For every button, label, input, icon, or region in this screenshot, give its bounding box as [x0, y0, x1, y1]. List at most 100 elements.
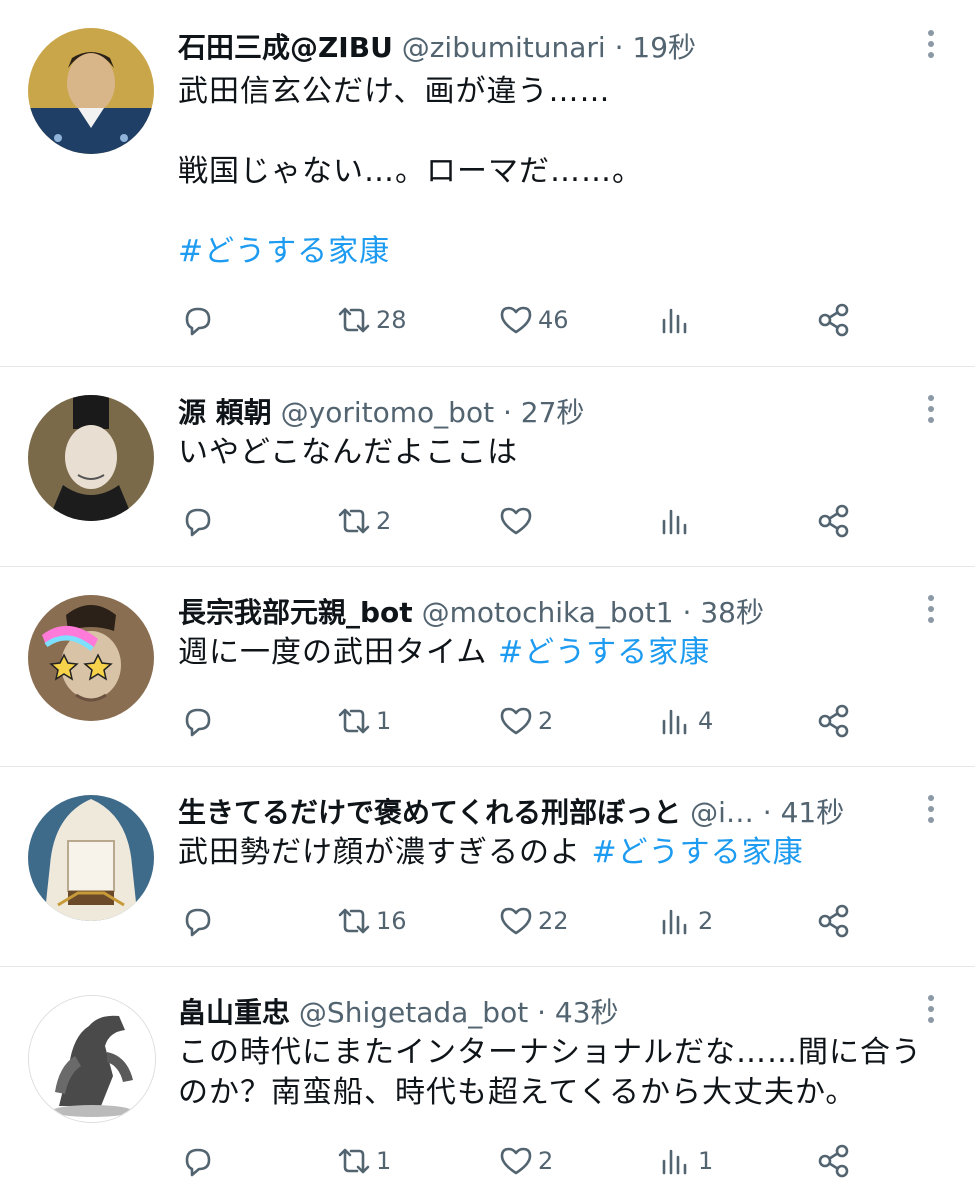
- tweet-text: いやどこなんだよここは: [178, 433, 945, 473]
- share-button[interactable]: [814, 1141, 854, 1181]
- like-button[interactable]: 2: [496, 701, 553, 741]
- tweet-text: 週に一度の武田タイム #どうする家康: [178, 633, 945, 673]
- retweet-button[interactable]: 28: [334, 300, 407, 340]
- timestamp[interactable]: 41秒: [781, 796, 845, 829]
- separator: ·: [682, 596, 692, 629]
- timestamp[interactable]: 43秒: [555, 996, 619, 1029]
- share-icon: [818, 504, 849, 538]
- action-bar: 1 2 1: [178, 1141, 875, 1181]
- retweet-button[interactable]: 2: [334, 501, 391, 541]
- reply-button[interactable]: [178, 701, 218, 741]
- tweet[interactable]: 畠山重忠 @Shigetada_bot · 43秒 この時代にまたインターナショ…: [0, 967, 975, 1200]
- share-button[interactable]: [814, 501, 854, 541]
- like-count: 46: [538, 306, 569, 334]
- retweet-count: 2: [376, 507, 392, 535]
- heart-icon: [500, 707, 532, 735]
- tweet-text-main: 週に一度の武田タイム: [178, 635, 498, 670]
- share-icon: [818, 1144, 849, 1178]
- tweet-header: 生きてるだけで褒めてくれる刑部ぼっと @i… · 41秒: [178, 795, 915, 831]
- user-handle[interactable]: @motochika_bot1: [422, 596, 674, 629]
- views-icon: [662, 909, 687, 935]
- reply-button[interactable]: [178, 901, 218, 941]
- hashtag-link[interactable]: #どうする家康: [592, 835, 804, 870]
- views-button[interactable]: 1: [656, 1141, 713, 1181]
- separator: ·: [762, 796, 772, 829]
- like-count: 2: [538, 707, 554, 735]
- reply-icon: [185, 908, 211, 937]
- separator: ·: [614, 31, 624, 64]
- retweet-button[interactable]: 1: [334, 701, 391, 741]
- tweet[interactable]: 生きてるだけで褒めてくれる刑部ぼっと @i… · 41秒 武田勢だけ顔が濃すぎる…: [0, 767, 975, 967]
- retweet-button[interactable]: 1: [334, 1141, 391, 1181]
- tweet-text-main: 武田勢だけ顔が濃すぎるのよ: [178, 835, 592, 870]
- more-icon[interactable]: [921, 30, 941, 60]
- more-icon[interactable]: [921, 795, 941, 825]
- timestamp[interactable]: 19秒: [632, 31, 696, 64]
- separator: ·: [502, 396, 512, 429]
- user-handle[interactable]: @yoritomo_bot: [281, 396, 494, 429]
- like-button[interactable]: [496, 501, 538, 541]
- views-button[interactable]: 2: [656, 901, 713, 941]
- action-bar: 16 22 2: [178, 901, 875, 941]
- user-handle[interactable]: @zibumitunari: [402, 31, 606, 64]
- separator: ·: [537, 996, 546, 1029]
- retweet-icon: [338, 708, 370, 734]
- tweet-header: 源 頼朝 @yoritomo_bot · 27秒: [178, 395, 915, 431]
- retweet-count: 1: [376, 707, 392, 735]
- tweet[interactable]: 石田三成@ZIBU @zibumitunari · 19秒 武田信玄公だけ、画が…: [0, 0, 975, 367]
- heart-icon: [500, 507, 532, 535]
- share-button[interactable]: [814, 901, 854, 941]
- more-icon[interactable]: [921, 395, 941, 425]
- more-icon[interactable]: [921, 995, 941, 1025]
- views-button[interactable]: [656, 300, 698, 340]
- like-button[interactable]: 22: [496, 901, 569, 941]
- retweet-button[interactable]: 16: [334, 901, 407, 941]
- display-name[interactable]: 長宗我部元親_bot: [178, 596, 413, 629]
- retweet-count: 16: [376, 907, 407, 935]
- reply-button[interactable]: [178, 501, 218, 541]
- share-button[interactable]: [814, 300, 854, 340]
- heart-icon: [500, 907, 532, 935]
- views-button[interactable]: [656, 501, 698, 541]
- avatar[interactable]: [28, 795, 154, 921]
- user-handle[interactable]: @Shigetada_bot: [299, 996, 528, 1029]
- tweet[interactable]: 長宗我部元親_bot @motochika_bot1 · 38秒 週に一度の武田…: [0, 567, 975, 767]
- like-button[interactable]: 2: [496, 1141, 553, 1181]
- tweet-text: 武田信玄公だけ、画が違う…… 戦国じゃない…。ローマだ……。 #どうする家康: [178, 72, 945, 272]
- share-button[interactable]: [814, 701, 854, 741]
- action-bar: 28 46: [178, 300, 875, 340]
- avatar-image: [28, 28, 154, 154]
- avatar[interactable]: [28, 595, 154, 721]
- tweet-header: 長宗我部元親_bot @motochika_bot1 · 38秒: [178, 595, 915, 631]
- views-button[interactable]: 4: [656, 701, 713, 741]
- reply-icon: [185, 508, 211, 537]
- avatar[interactable]: [28, 395, 154, 521]
- reply-button[interactable]: [178, 1141, 218, 1181]
- hashtag-link[interactable]: #どうする家康: [498, 635, 710, 670]
- display-name[interactable]: 源 頼朝: [178, 396, 272, 429]
- action-bar: 1 2 4: [178, 701, 875, 741]
- retweet-icon: [338, 908, 370, 934]
- avatar-image: [28, 595, 154, 721]
- timestamp[interactable]: 38秒: [700, 596, 764, 629]
- like-count: 2: [538, 1147, 554, 1175]
- retweet-icon: [338, 508, 370, 534]
- reply-button[interactable]: [178, 300, 218, 340]
- tweet-header: 畠山重忠 @Shigetada_bot · 43秒: [178, 995, 915, 1031]
- views-icon: [662, 509, 687, 535]
- like-button[interactable]: 46: [496, 300, 569, 340]
- display-name[interactable]: 畠山重忠: [178, 996, 290, 1029]
- hashtag-link[interactable]: #どうする家康: [178, 234, 390, 269]
- timestamp[interactable]: 27秒: [521, 396, 585, 429]
- tweet[interactable]: 源 頼朝 @yoritomo_bot · 27秒 いやどこなんだよここは 2: [0, 367, 975, 567]
- more-icon[interactable]: [921, 595, 941, 625]
- user-handle[interactable]: @i…: [690, 796, 754, 829]
- views-count: 4: [698, 707, 714, 735]
- views-icon: [662, 308, 687, 334]
- display-name[interactable]: 生きてるだけで褒めてくれる刑部ぼっと: [178, 796, 681, 829]
- reply-icon: [185, 307, 211, 336]
- action-bar: 2: [178, 501, 875, 541]
- display-name[interactable]: 石田三成@ZIBU: [178, 31, 393, 64]
- avatar[interactable]: [28, 995, 156, 1123]
- avatar[interactable]: [28, 28, 154, 154]
